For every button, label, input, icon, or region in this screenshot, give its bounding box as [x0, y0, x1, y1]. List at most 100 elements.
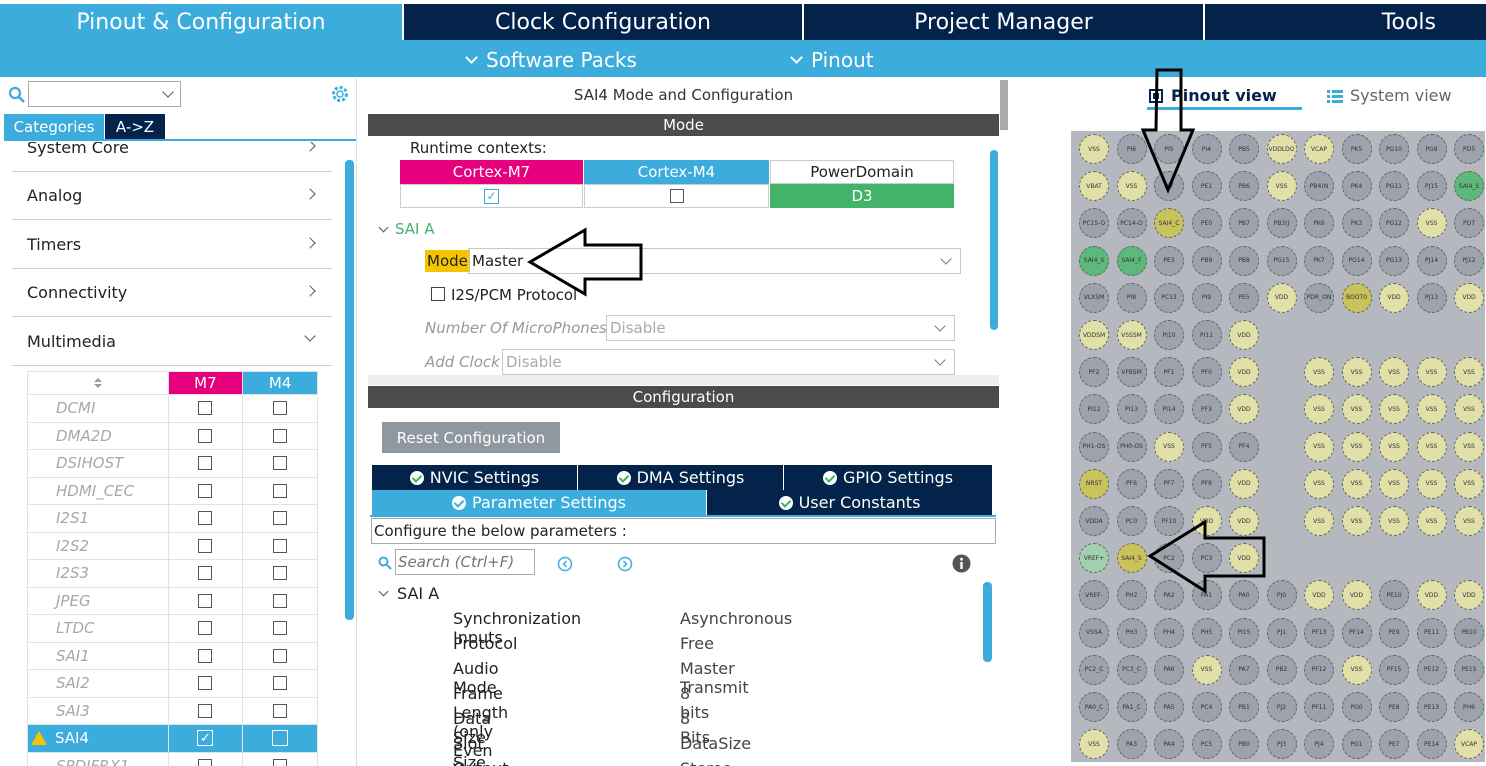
- chip-pin[interactable]: VDD: [1229, 394, 1259, 425]
- chip-pin[interactable]: PC2_C: [1079, 654, 1109, 685]
- chip-pin[interactable]: VDD: [1379, 282, 1409, 313]
- chip-pin[interactable]: PA0: [1229, 580, 1259, 611]
- chip-pin[interactable]: PI10: [1154, 320, 1184, 350]
- chip-pin[interactable]: PH5: [1191, 617, 1222, 648]
- chip-pin[interactable]: PG9: [1416, 134, 1447, 164]
- chip-pin[interactable]: PF1: [1154, 357, 1184, 388]
- chip-pin[interactable]: VDD: [1229, 506, 1259, 536]
- pinout-view-tab[interactable]: Pinout view: [1147, 86, 1277, 105]
- system-view-tab[interactable]: System view: [1326, 86, 1452, 105]
- peripheral-row[interactable]: SAI1: [27, 642, 318, 670]
- peripheral-row[interactable]: SAI4 ✓: [27, 725, 318, 753]
- chip-pin[interactable]: PE15: [1454, 654, 1484, 685]
- chip-pin[interactable]: PF15: [1379, 654, 1409, 685]
- category-multimedia[interactable]: Multimedia: [12, 318, 332, 366]
- peripheral-m7-checkbox[interactable]: [198, 566, 213, 581]
- search-icon[interactable]: [8, 86, 26, 104]
- search-combo[interactable]: [28, 81, 181, 107]
- peripheral-m4-checkbox[interactable]: [273, 676, 288, 691]
- peripheral-m4-checkbox[interactable]: [273, 511, 288, 526]
- chip-pin[interactable]: PA6: [1154, 654, 1184, 685]
- peripheral-m7-checkbox[interactable]: [198, 456, 213, 471]
- chip-pin[interactable]: VCAP: [1454, 729, 1484, 760]
- chip-pin[interactable]: VSS: [1341, 506, 1372, 536]
- chip-pin[interactable]: PA0_C: [1079, 692, 1109, 722]
- chip-pin[interactable]: VSS: [1454, 357, 1484, 388]
- chip-pin[interactable]: VSS: [1416, 431, 1447, 462]
- chip-pin[interactable]: PA5: [1154, 692, 1184, 722]
- sort-column[interactable]: [27, 372, 169, 394]
- chip-pin[interactable]: PH6: [1454, 692, 1484, 722]
- chip-pin[interactable]: PJ0: [1266, 580, 1297, 611]
- peripheral-m7-checkbox[interactable]: [198, 593, 213, 608]
- chip-pin[interactable]: VSS: [1304, 357, 1334, 388]
- chip-pin[interactable]: PE9: [1379, 617, 1409, 648]
- chip-pin[interactable]: VSS: [1079, 729, 1109, 760]
- chip-pin[interactable]: PK7: [1304, 245, 1334, 276]
- software-packs-menu[interactable]: Software Packs: [465, 48, 637, 72]
- parameter-search-input[interactable]: [395, 549, 535, 575]
- chip-pin[interactable]: VSS: [1379, 431, 1409, 462]
- chip-pin[interactable]: PE3: [1154, 245, 1184, 276]
- param-value[interactable]: DataSize: [680, 734, 751, 753]
- chip-pin[interactable]: PI13: [1116, 394, 1147, 425]
- chip-pin[interactable]: SAI4_S: [1079, 245, 1109, 276]
- chip-pin[interactable]: PI8: [1116, 282, 1147, 313]
- divider-handle[interactable]: [1000, 80, 1008, 130]
- i2s-pcm-checkbox[interactable]: [431, 287, 445, 301]
- chip-pin[interactable]: VDDLDO: [1266, 134, 1297, 164]
- chip-pin[interactable]: PA1: [1191, 580, 1222, 611]
- chip-pin[interactable]: PH2: [1116, 580, 1147, 611]
- chip-pin[interactable]: PF2: [1079, 357, 1109, 388]
- chip-pin[interactable]: PB4(N: [1304, 171, 1334, 202]
- chip-pin[interactable]: VSS: [1454, 431, 1484, 462]
- chip-pin[interactable]: VSSSM: [1116, 320, 1147, 350]
- chip-pin[interactable]: PI9: [1191, 282, 1222, 313]
- peripheral-m7-checkbox[interactable]: [198, 648, 213, 663]
- chip-pin[interactable]: PB10: [1454, 617, 1484, 648]
- chip-pin[interactable]: PB2: [1266, 654, 1297, 685]
- chip-pin[interactable]: PC5: [1191, 729, 1222, 760]
- param-value[interactable]: Stereo: [680, 759, 732, 766]
- context-m7-checkbox[interactable]: ✓: [484, 188, 499, 204]
- peripheral-m7-checkbox[interactable]: [198, 538, 213, 553]
- chip-pin[interactable]: VDD: [1229, 543, 1259, 574]
- peripheral-row[interactable]: SPDIFRX1: [27, 752, 318, 766]
- chip-pin[interactable]: PF14: [1341, 617, 1372, 648]
- chip-pin[interactable]: PI15: [1229, 617, 1259, 648]
- tab-dma-settings[interactable]: DMA Settings: [578, 465, 783, 490]
- peripheral-m4-checkbox[interactable]: [273, 703, 288, 718]
- chip-pin[interactable]: VSS: [1266, 171, 1297, 202]
- chip-pin[interactable]: VSS: [1416, 506, 1447, 536]
- chip-pin[interactable]: PK5: [1341, 134, 1372, 164]
- chip-pin[interactable]: PJ14: [1416, 245, 1447, 276]
- chip-pin[interactable]: SAI4_S: [1116, 543, 1147, 574]
- peripheral-m4-checkbox[interactable]: [273, 566, 288, 581]
- chip-pin[interactable]: VSS: [1454, 394, 1484, 425]
- chip-pin[interactable]: VDD: [1416, 580, 1447, 611]
- chip-pin[interactable]: PF12: [1304, 654, 1334, 685]
- chip-pin[interactable]: PB8: [1229, 245, 1259, 276]
- chip-pin[interactable]: PJ2: [1266, 692, 1297, 722]
- chip-pin[interactable]: PJ15: [1416, 171, 1447, 202]
- previous-icon[interactable]: [557, 556, 573, 572]
- chip-pin[interactable]: PJ1: [1266, 617, 1297, 648]
- chip-pin[interactable]: VSS: [1379, 357, 1409, 388]
- chip-pin[interactable]: PF0: [1191, 357, 1222, 388]
- peripheral-m4-checkbox[interactable]: [272, 730, 289, 747]
- peripheral-row[interactable]: I2S3: [27, 560, 318, 588]
- mode-scrollbar[interactable]: [990, 150, 998, 330]
- chip-pin[interactable]: PG0: [1341, 692, 1372, 722]
- chip-pin[interactable]: VSS: [1454, 468, 1484, 499]
- peripheral-m7-checkbox[interactable]: [198, 428, 213, 443]
- chip-pin[interactable]: VSS: [1304, 506, 1334, 536]
- chip-pin[interactable]: VSS: [1341, 431, 1372, 462]
- chip-pin[interactable]: PA1_C: [1116, 692, 1147, 722]
- chip-pin[interactable]: PB1: [1229, 692, 1259, 722]
- chip-pin[interactable]: PJ4: [1304, 729, 1334, 760]
- chip-pin[interactable]: VSS: [1341, 357, 1372, 388]
- left-scrollbar[interactable]: [345, 160, 354, 620]
- chip-pin[interactable]: PC0: [1116, 506, 1147, 536]
- chip-pin[interactable]: PH4: [1154, 617, 1184, 648]
- peripheral-row[interactable]: HDMI_CEC: [27, 477, 318, 505]
